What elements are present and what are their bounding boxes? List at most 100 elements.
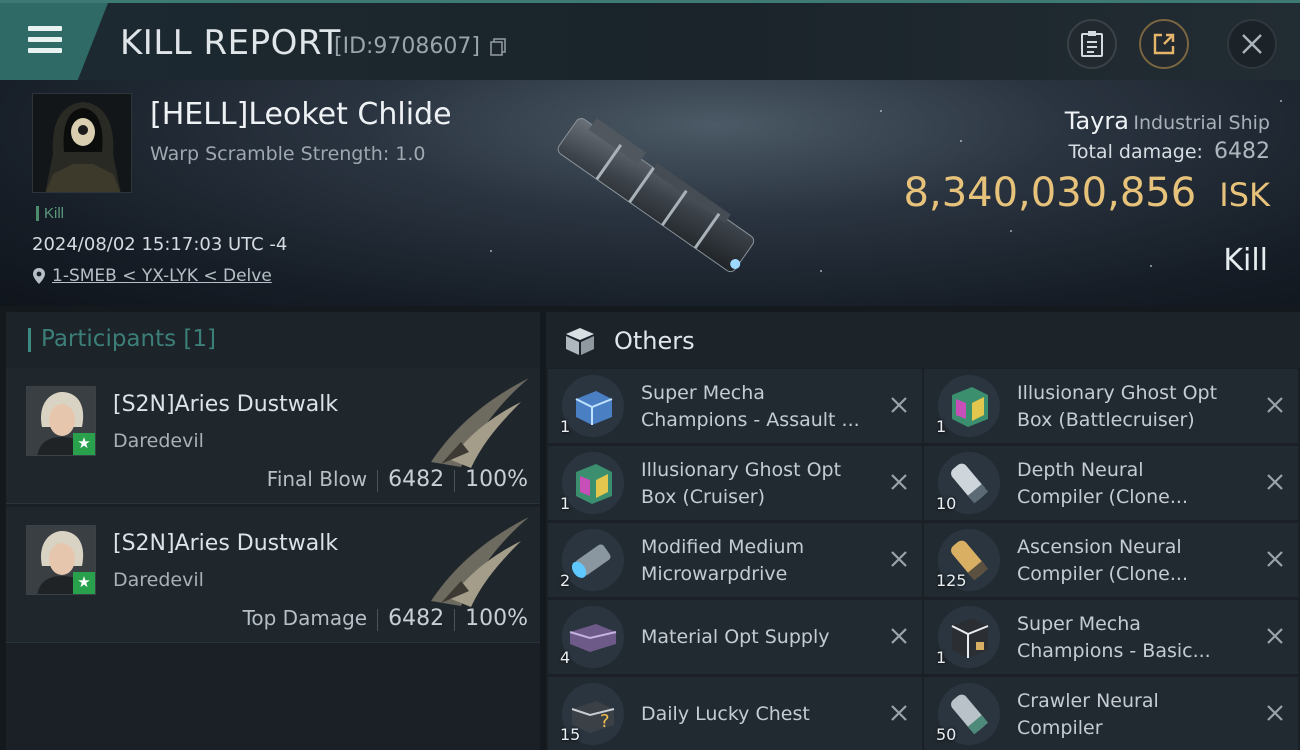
loot-item[interactable]: 125 Ascension Neural Compiler (Clone... xyxy=(924,523,1298,597)
location-pin-icon xyxy=(33,268,45,284)
item-quantity: 1 xyxy=(936,417,947,436)
loot-item[interactable]: 1 Super Mecha Champions - Assault ... xyxy=(548,369,922,443)
item-quantity: 1 xyxy=(936,648,947,667)
isk-value-line: 8,340,030,856 ISK xyxy=(904,170,1270,216)
total-damage-value: 6482 xyxy=(1214,139,1270,164)
others-header: Others xyxy=(546,312,1300,368)
star-badge-icon: ★ xyxy=(73,433,95,455)
location-link[interactable]: 1-SMEB < YX-LYK < Delve xyxy=(52,266,272,286)
others-label: Others xyxy=(614,327,695,355)
loot-item[interactable]: 10 Depth Neural Compiler (Clone... xyxy=(924,446,1298,520)
cube-icon xyxy=(566,328,594,355)
participant-percent: 100% xyxy=(465,606,528,631)
item-quantity: 125 xyxy=(936,571,967,590)
clipboard-icon xyxy=(1081,31,1103,57)
menu-button[interactable] xyxy=(0,3,108,80)
kill-result: Kill xyxy=(1223,243,1268,278)
item-name: Depth Neural Compiler (Clone... xyxy=(1017,459,1188,508)
item-name: Super Mecha Champions - Assault ... xyxy=(641,382,860,431)
header-accent xyxy=(28,328,31,352)
item-quantity: 4 xyxy=(560,648,571,667)
item-quantity: 15 xyxy=(560,725,581,744)
participants-label: Participants [1] xyxy=(41,326,216,352)
close-icon[interactable] xyxy=(1264,702,1286,724)
mecha-box-icon xyxy=(938,606,1000,668)
mecha-box-icon xyxy=(562,375,624,437)
ship-type: Tayra Industrial Ship xyxy=(1065,107,1270,135)
item-quantity: 2 xyxy=(560,571,571,590)
participant-row[interactable]: ★ [S2N]Aries Dustwalk Daredevil Top Dama… xyxy=(6,507,540,643)
participant-damage: 6482 xyxy=(388,467,445,492)
share-icon xyxy=(1153,33,1175,55)
loot-item[interactable]: 1 Illusionary Ghost Opt Box (Battlecruise… xyxy=(924,369,1298,443)
item-name: Illusionary Ghost Opt Box (Battlecruiser) xyxy=(1017,382,1218,431)
victim-ship-image xyxy=(557,118,755,273)
ship-name[interactable]: Tayra xyxy=(1065,107,1129,135)
others-panel: Others 1 Super Mecha Champions - Assault … xyxy=(546,312,1300,750)
participant-ship-image xyxy=(431,378,529,468)
loot-item[interactable]: 50 Crawler Neural Compiler xyxy=(924,677,1298,750)
supply-box-icon xyxy=(562,606,624,668)
loot-item[interactable]: 2 Modified Medium Microwarpdrive xyxy=(548,523,922,597)
copy-icon[interactable] xyxy=(490,38,506,56)
ship-class: Industrial Ship xyxy=(1133,112,1270,134)
ghost-box-icon xyxy=(938,375,1000,437)
ghost-box-icon xyxy=(562,452,624,514)
participant-stats: Final Blow 6482 100% xyxy=(267,467,528,492)
item-name: Daily Lucky Chest xyxy=(641,703,810,725)
isk-unit: ISK xyxy=(1219,176,1270,214)
loot-item[interactable]: ? 15 Daily Lucky Chest xyxy=(548,677,922,750)
loot-item[interactable]: 1 Super Mecha Champions - Basic... xyxy=(924,600,1298,674)
close-icon[interactable] xyxy=(888,625,910,647)
item-quantity: 50 xyxy=(936,725,957,744)
participant-role: Final Blow xyxy=(266,467,368,491)
item-name: Illusionary Ghost Opt Box (Cruiser) xyxy=(641,459,842,508)
item-name: Super Mecha Champions - Basic... xyxy=(1017,613,1211,662)
participant-row[interactable]: ★ [S2N]Aries Dustwalk Daredevil Final Bl… xyxy=(6,368,540,504)
close-icon[interactable] xyxy=(888,548,910,570)
participant-name[interactable]: [S2N]Aries Dustwalk xyxy=(113,392,338,417)
victim-name[interactable]: [HELL]Leoket Chlide xyxy=(150,97,452,132)
page-title: KILL REPORT xyxy=(120,23,341,63)
item-quantity: 1 xyxy=(560,417,571,436)
participant-name[interactable]: [S2N]Aries Dustwalk xyxy=(113,531,338,556)
kill-location[interactable]: 1-SMEB < YX-LYK < Delve xyxy=(32,266,272,286)
participant-role: Top Damage xyxy=(242,606,368,630)
item-quantity: 10 xyxy=(936,494,957,513)
close-icon xyxy=(1242,34,1262,54)
close-icon[interactable] xyxy=(1264,625,1286,647)
total-damage-label: Total damage: xyxy=(1068,141,1203,163)
item-quantity: 1 xyxy=(560,494,571,513)
participant-damage: 6482 xyxy=(388,606,445,631)
participant-avatar[interactable]: ★ xyxy=(26,525,96,595)
close-icon[interactable] xyxy=(888,394,910,416)
share-button[interactable] xyxy=(1139,19,1189,69)
item-name: Material Opt Supply xyxy=(641,626,830,648)
close-icon[interactable] xyxy=(888,471,910,493)
participants-header: Participants [1] xyxy=(6,312,540,370)
total-damage: Total damage: 6482 xyxy=(1068,139,1270,164)
close-button[interactable] xyxy=(1227,19,1277,69)
microwarpdrive-icon xyxy=(562,529,624,591)
kill-banner: [HELL]Leoket Chlide Warp Scramble Streng… xyxy=(0,80,1300,306)
close-icon[interactable] xyxy=(888,702,910,724)
svg-text:?: ? xyxy=(600,711,610,732)
participant-ship: Daredevil xyxy=(113,430,204,452)
close-icon[interactable] xyxy=(1264,394,1286,416)
close-icon[interactable] xyxy=(1264,548,1286,570)
item-name: Modified Medium Microwarpdrive xyxy=(641,536,805,585)
participant-avatar[interactable]: ★ xyxy=(26,386,96,456)
participant-ship: Daredevil xyxy=(113,569,204,591)
item-name: Crawler Neural Compiler xyxy=(1017,690,1159,739)
participant-stats: Top Damage 6482 100% xyxy=(243,606,528,631)
loot-item[interactable]: 4 Material Opt Supply xyxy=(548,600,922,674)
warp-scramble-strength: Warp Scramble Strength: 1.0 xyxy=(150,143,426,165)
victim-avatar[interactable] xyxy=(32,93,132,193)
report-id: [ID:9708607] xyxy=(334,34,480,59)
kill-timestamp: 2024/08/02 15:17:03 UTC -4 xyxy=(32,234,288,255)
star-badge-icon: ★ xyxy=(73,572,95,594)
participants-panel: Participants [1] ★ [S2N]Aries Dustwalk D… xyxy=(6,312,540,750)
loot-item[interactable]: 1 Illusionary Ghost Opt Box (Cruiser) xyxy=(548,446,922,520)
clipboard-button[interactable] xyxy=(1067,19,1117,69)
close-icon[interactable] xyxy=(1264,471,1286,493)
